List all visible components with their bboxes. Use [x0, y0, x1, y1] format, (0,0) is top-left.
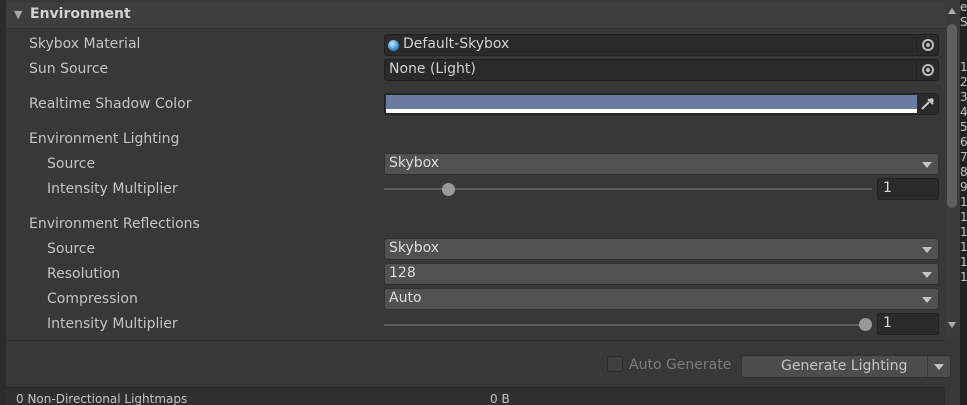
adjacent-panel-text: 1 [960, 270, 967, 284]
lightmaps-count: 0 Non-Directional Lightmaps [16, 392, 188, 405]
sun-source-value: None (Light) [389, 61, 476, 77]
generate-lighting-label: Generate Lighting [781, 358, 908, 374]
object-picker-icon [922, 64, 934, 76]
reflection-intensity-slider-track[interactable] [384, 324, 872, 326]
material-icon [388, 40, 399, 51]
chevron-down-icon [922, 272, 932, 278]
lighting-intensity-value: 1 [883, 180, 892, 196]
lighting-intensity-slider-track[interactable] [384, 188, 872, 190]
shadow-color-field[interactable] [384, 93, 939, 115]
reflection-source-value: Skybox [389, 240, 440, 256]
lighting-source-value: Skybox [389, 155, 440, 171]
compression-value: Auto [389, 290, 422, 306]
color-swatch[interactable] [386, 95, 917, 109]
auto-generate-label: Auto Generate [629, 357, 732, 373]
environment-reflections-label: Environment Reflections [29, 216, 200, 232]
reflection-source-dropdown[interactable]: Skybox [384, 238, 939, 260]
button-divider [927, 356, 928, 377]
adjacent-panel-text: 8 [960, 165, 967, 179]
adjacent-panel-text: 1 [960, 195, 967, 209]
adjacent-panel-text: 1 [960, 240, 967, 254]
eyedropper-icon [921, 98, 934, 110]
generate-lighting-button[interactable]: Generate Lighting [741, 355, 951, 378]
adjacent-panel-text: 1 [960, 210, 967, 224]
adjacent-panel-text: S [960, 15, 967, 29]
lighting-intensity-label: Intensity Multiplier [47, 181, 178, 197]
lightmaps-size: 0 B [490, 392, 510, 405]
chevron-down-icon [922, 162, 932, 168]
adjacent-panel-text: 1 [960, 60, 967, 74]
adjacent-panel-text: 6 [960, 135, 967, 149]
object-picker-button[interactable] [916, 35, 938, 55]
vertical-scrollbar[interactable] [945, 0, 960, 340]
adjacent-panel-text: 4 [960, 105, 967, 119]
lightmap-stats-bar: 0 Non-Directional Lightmaps 0 B [6, 387, 945, 405]
adjacent-panel-text: 7 [960, 150, 967, 164]
resolution-value: 128 [389, 265, 416, 281]
skybox-material-label: Skybox Material [29, 36, 141, 52]
adjacent-panel-text [960, 45, 967, 60]
eyedropper-button[interactable] [916, 94, 938, 114]
adjacent-panel-text: 3 [960, 90, 967, 104]
section-title: Environment [30, 6, 131, 22]
lighting-intensity-slider-thumb[interactable] [442, 183, 455, 196]
reflection-source-label: Source [47, 241, 96, 257]
resolution-dropdown[interactable]: 128 [384, 263, 939, 285]
panel-left-edge [0, 0, 6, 405]
chevron-down-icon [922, 247, 932, 253]
auto-generate-checkbox[interactable] [607, 356, 623, 372]
scroll-up-icon[interactable] [948, 8, 956, 14]
object-picker-icon [922, 39, 934, 51]
scroll-down-icon[interactable] [948, 322, 956, 328]
object-picker-button[interactable] [916, 60, 938, 80]
lighting-intensity-input[interactable]: 1 [877, 178, 939, 200]
reflection-intensity-value: 1 [883, 315, 892, 331]
lighting-panel: ▼ Environment Skybox Material Default-Sk… [0, 0, 951, 405]
sun-source-field[interactable]: None (Light) [384, 59, 939, 81]
adjacent-panel-text: e [960, 0, 967, 14]
lighting-source-label: Source [47, 156, 96, 172]
foldout-arrow-icon[interactable]: ▼ [14, 8, 22, 21]
environment-section-header[interactable]: ▼ Environment [6, 3, 945, 29]
sun-source-label: Sun Source [29, 61, 109, 77]
reflection-intensity-input[interactable]: 1 [877, 313, 939, 335]
chevron-down-icon [922, 297, 932, 303]
shadow-color-label: Realtime Shadow Color [29, 96, 192, 112]
footer-separator [6, 340, 945, 341]
compression-label: Compression [47, 291, 138, 307]
alpha-bar [386, 109, 917, 113]
reflection-intensity-slider-thumb[interactable] [859, 318, 872, 331]
skybox-material-field[interactable]: Default-Skybox [384, 34, 939, 56]
adjacent-panel-text: 2 [960, 75, 967, 89]
adjacent-panel-text: 5 [960, 120, 967, 134]
adjacent-panel-text: 9 [960, 180, 967, 194]
adjacent-panel-text: 1 [960, 255, 967, 269]
environment-lighting-label: Environment Lighting [29, 131, 180, 147]
adjacent-panel-text: 1 [960, 225, 967, 239]
resolution-label: Resolution [47, 266, 121, 282]
lighting-source-dropdown[interactable]: Skybox [384, 153, 939, 175]
adjacent-panel-text [960, 30, 967, 45]
compression-dropdown[interactable]: Auto [384, 288, 939, 310]
adjacent-panel-edge: eS 123456789111111 [960, 0, 967, 405]
reflection-intensity-label: Intensity Multiplier [47, 316, 178, 332]
scrollbar-thumb[interactable] [947, 24, 957, 208]
chevron-down-icon[interactable] [934, 364, 944, 370]
skybox-material-value: Default-Skybox [403, 36, 510, 52]
